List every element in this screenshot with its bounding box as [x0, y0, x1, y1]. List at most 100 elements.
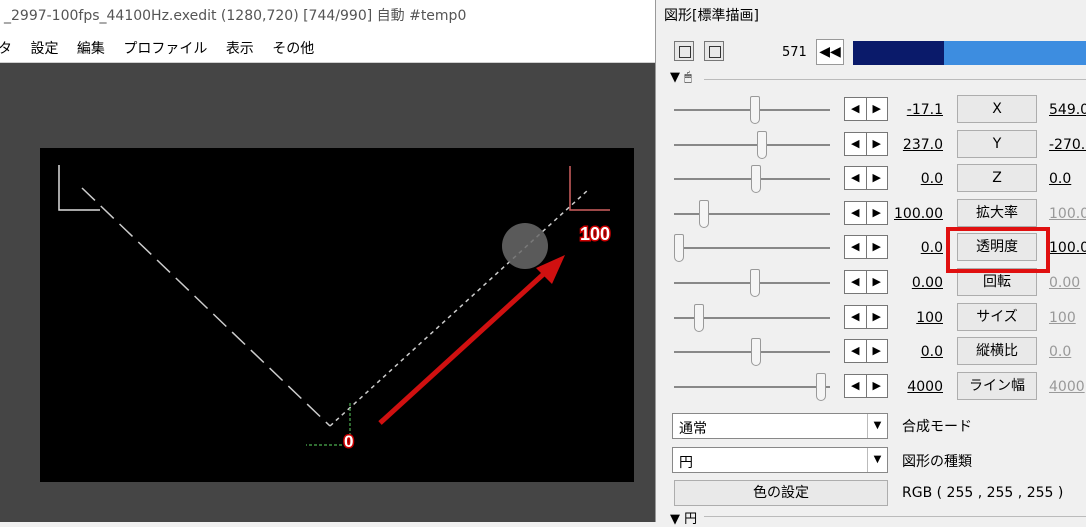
param-button-z[interactable]: Z: [957, 164, 1037, 193]
right-arrow-icon[interactable]: ▶: [867, 306, 888, 328]
right-arrow-icon[interactable]: ▶: [867, 271, 888, 293]
slider-thumb-y[interactable]: [757, 130, 768, 159]
slider-track: [674, 247, 830, 250]
editor-window: _2997-100fps_44100Hz.exedit (1280,720) […: [0, 0, 655, 522]
value-end-z[interactable]: 0.0: [1049, 171, 1071, 187]
value-start-size[interactable]: 100: [916, 310, 943, 326]
param-button-line-width[interactable]: ライン幅: [957, 371, 1037, 400]
value-start-aspect[interactable]: 0.0: [921, 344, 943, 360]
preview-canvas[interactable]: 100 0: [40, 148, 634, 482]
value-end-rotation[interactable]: 0.00: [1049, 275, 1080, 291]
color-settings-button[interactable]: 色の設定: [674, 480, 888, 506]
stepper-x[interactable]: ◀ ▶: [844, 97, 888, 121]
menu-item-edit[interactable]: 編集: [77, 38, 105, 58]
right-arrow-icon[interactable]: ▶: [867, 98, 888, 120]
left-arrow-icon[interactable]: ◀: [845, 236, 867, 259]
value-start-y[interactable]: 237.0: [903, 137, 943, 153]
value-start-rotation[interactable]: 0.00: [912, 275, 943, 291]
jump-start-button[interactable]: ◀◀: [816, 39, 844, 65]
value-end-aspect[interactable]: 0.0: [1049, 344, 1071, 360]
circle-object: [502, 223, 548, 269]
editor-menu-bar: タ 設定 編集 プロファイル 表示 その他: [0, 30, 655, 63]
left-arrow-icon[interactable]: ◀: [845, 305, 867, 328]
value-end-line-width[interactable]: 4000: [1049, 379, 1085, 395]
stepper-opacity[interactable]: ◀ ▶: [844, 235, 888, 260]
stepper-rotation[interactable]: ◀ ▶: [844, 270, 888, 294]
left-arrow-icon[interactable]: ◀: [845, 374, 867, 397]
slider-thumb-size[interactable]: [694, 303, 705, 332]
param-row-scale: ◀▶ 100.00 拡大率 100.00: [656, 197, 1086, 231]
right-arrow-icon[interactable]: ▶: [867, 202, 888, 224]
stepper-z[interactable]: ◀ ▶: [844, 166, 888, 191]
frame-icon[interactable]: [704, 41, 725, 61]
menu-item-settings[interactable]: 設定: [30, 38, 58, 58]
label-end-value: 100: [580, 224, 610, 244]
left-arrow-icon[interactable]: ◀: [845, 167, 867, 190]
param-button-x[interactable]: X: [957, 95, 1037, 123]
slider-thumb-x[interactable]: [749, 96, 760, 124]
section-header-circle[interactable]: ▼ 円: [670, 508, 697, 527]
menu-item-other[interactable]: その他: [272, 38, 314, 58]
camera-icon[interactable]: [674, 41, 694, 61]
motion-path-right: [329, 189, 589, 427]
param-button-aspect[interactable]: 縦横比: [957, 337, 1037, 366]
stepper-y[interactable]: ◀ ▶: [844, 131, 888, 156]
value-start-x[interactable]: -17.1: [907, 102, 943, 118]
shape-type-select[interactable]: 円 ▼: [672, 447, 888, 473]
timeline-bar[interactable]: [853, 41, 1086, 65]
right-arrow-icon[interactable]: ▶: [867, 340, 888, 362]
slider-thumb-line-width[interactable]: [815, 372, 826, 401]
section-header-top[interactable]: ▼ 🖱: [670, 70, 692, 85]
current-frame: 571: [782, 45, 807, 60]
param-row-x: ◀ ▶ -17.1 X 549.0: [656, 93, 1086, 127]
left-arrow-icon[interactable]: ◀: [845, 340, 867, 363]
menu-item-profile[interactable]: プロファイル: [123, 38, 207, 58]
chevron-down-icon: ▼: [867, 414, 887, 438]
slider-track: [674, 143, 830, 146]
value-end-scale[interactable]: 100.00: [1049, 206, 1086, 222]
stepper-line-width[interactable]: ◀ ▶: [844, 373, 888, 398]
value-start-scale[interactable]: 100.00: [894, 206, 943, 222]
param-row-size: ◀ ▶ 100 サイズ 100: [656, 301, 1086, 335]
blend-mode-select[interactable]: 通常 ▼: [672, 413, 888, 439]
toolbar-icons: [674, 41, 730, 65]
slider-thumb-opacity[interactable]: [674, 234, 684, 263]
motion-path-left: [81, 187, 331, 427]
left-arrow-icon[interactable]: ◀: [845, 201, 867, 224]
param-button-size[interactable]: サイズ: [957, 302, 1037, 331]
slider-thumb-aspect[interactable]: [751, 338, 762, 367]
slider-thumb-z[interactable]: [751, 165, 762, 194]
value-end-y[interactable]: -270.0: [1049, 137, 1086, 153]
value-start-z[interactable]: 0.0: [921, 171, 943, 187]
value-end-size[interactable]: 100: [1049, 310, 1076, 326]
menu-item-view[interactable]: 表示: [226, 38, 254, 58]
right-arrow-icon[interactable]: ▶: [867, 167, 888, 189]
param-button-scale[interactable]: 拡大率: [957, 198, 1037, 227]
slider-track: [674, 385, 830, 388]
timeline-fill: [853, 41, 945, 65]
blend-mode-label: 合成モード: [902, 419, 972, 435]
slider-thumb-rotation[interactable]: [749, 269, 760, 297]
right-arrow-icon[interactable]: ▶: [867, 375, 888, 397]
slider-track: [674, 212, 830, 215]
right-arrow-icon[interactable]: ▶: [867, 133, 888, 155]
chevron-down-icon: ▼: [867, 448, 887, 472]
value-start-opacity[interactable]: 0.0: [921, 240, 943, 256]
left-arrow-icon[interactable]: ◀: [845, 132, 867, 155]
left-arrow-icon[interactable]: ◀: [845, 98, 867, 120]
value-end-opacity[interactable]: 100.0: [1049, 240, 1086, 256]
value-end-x[interactable]: 549.0: [1049, 102, 1086, 118]
stepper-size[interactable]: ◀ ▶: [844, 304, 888, 329]
slider-thumb-scale[interactable]: [698, 199, 709, 228]
divider: [704, 516, 1086, 517]
stepper-aspect[interactable]: ◀ ▶: [844, 339, 888, 364]
opacity-highlight-box: [946, 227, 1050, 273]
corner-bracket-top-right: [569, 166, 610, 211]
left-arrow-icon[interactable]: ◀: [845, 271, 867, 293]
label-start-value: 0: [344, 432, 353, 451]
stepper-scale[interactable]: ◀ ▶: [844, 200, 888, 225]
right-arrow-icon[interactable]: ▶: [867, 236, 888, 258]
param-button-y[interactable]: Y: [957, 129, 1037, 158]
value-start-line-width[interactable]: 4000: [907, 379, 943, 395]
menu-item-partial[interactable]: タ: [0, 38, 12, 58]
